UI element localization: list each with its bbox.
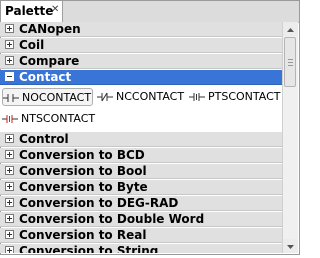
view-titlebar: Palette ✕ — [1, 1, 299, 23]
scroll-thumb[interactable] — [284, 37, 296, 87]
category-conversion-to-double-word[interactable]: Conversion to Double Word — [0, 212, 282, 227]
category-label: Conversion to Bool — [19, 164, 147, 178]
grip-line — [288, 62, 293, 63]
tab-palette[interactable]: Palette ✕ — [1, 1, 63, 22]
tool-label: NOCONTACT — [22, 91, 92, 104]
grip-line — [288, 59, 293, 60]
category-conversion-to-byte[interactable]: Conversion to Byte — [0, 180, 282, 195]
expand-plus-icon[interactable] — [5, 166, 14, 175]
arrow-up-icon — [287, 28, 294, 32]
category-contact[interactable]: Contact — [0, 70, 282, 85]
vertical-scrollbar[interactable] — [282, 22, 298, 253]
expand-plus-icon[interactable] — [5, 150, 14, 159]
category-control[interactable]: Control — [0, 132, 282, 147]
tool-label: NTSCONTACT — [21, 112, 96, 125]
collapse-minus-icon[interactable] — [5, 72, 14, 81]
category-label: Contact — [19, 70, 72, 84]
category-label: Coil — [19, 38, 45, 52]
category-coil[interactable]: Coil — [0, 38, 282, 53]
expand-plus-icon[interactable] — [5, 134, 14, 143]
category-conversion-to-string[interactable]: Conversion to String — [0, 244, 282, 253]
category-label: CANopen — [19, 22, 81, 36]
expand-plus-icon[interactable] — [5, 198, 14, 207]
nc-contact-icon — [97, 92, 113, 102]
expand-plus-icon[interactable] — [5, 230, 14, 239]
tool-label: NCCONTACT — [116, 90, 185, 103]
tool-nccontact[interactable]: NCCONTACT — [97, 88, 185, 106]
category-label: Conversion to Byte — [19, 180, 148, 194]
category-conversion-to-bool[interactable]: Conversion to Bool — [0, 164, 282, 179]
no-contact-icon — [3, 94, 19, 102]
category-label: Conversion to Double Word — [19, 212, 205, 226]
nts-contact-icon — [2, 115, 18, 123]
expand-plus-icon[interactable] — [5, 182, 14, 191]
tool-ptscontact[interactable]: PTSCONTACT — [189, 88, 281, 106]
expand-plus-icon[interactable] — [5, 246, 14, 253]
grip-line — [288, 65, 293, 66]
category-conversion-to-bcd[interactable]: Conversion to BCD — [0, 148, 282, 163]
category-label: Conversion to DEG-RAD — [19, 196, 179, 210]
category-conversion-to-deg-rad[interactable]: Conversion to DEG-RAD — [0, 196, 282, 211]
category-label: Compare — [19, 54, 80, 68]
tool-ntscontact[interactable]: NTSCONTACT — [2, 110, 96, 128]
expand-plus-icon[interactable] — [5, 214, 14, 223]
category-label: Conversion to Real — [19, 228, 147, 242]
category-compare[interactable]: Compare — [0, 54, 282, 69]
category-label: Control — [19, 132, 69, 146]
tab-label: Palette — [5, 4, 54, 18]
expand-plus-icon[interactable] — [5, 56, 14, 65]
scroll-up-button[interactable] — [283, 22, 298, 36]
arrow-down-icon — [287, 245, 294, 249]
expand-plus-icon[interactable] — [5, 24, 14, 33]
category-label: Conversion to String — [19, 244, 159, 253]
tool-nocontact[interactable]: NOCONTACT — [2, 88, 93, 106]
close-x-icon[interactable]: ✕ — [51, 5, 61, 15]
category-conversion-to-real[interactable]: Conversion to Real — [0, 228, 282, 243]
palette-content: CANopen Coil Compare Contact NOCONTACT N… — [0, 22, 282, 253]
category-canopen[interactable]: CANopen — [0, 22, 282, 37]
scroll-down-button[interactable] — [283, 239, 298, 253]
pts-contact-icon — [189, 93, 205, 101]
expand-plus-icon[interactable] — [5, 40, 14, 49]
category-label: Conversion to BCD — [19, 148, 145, 162]
tool-label: PTSCONTACT — [208, 90, 281, 103]
contact-tools: NOCONTACT NCCONTACT PTSCONTACT NTSCONTAC… — [0, 85, 282, 132]
